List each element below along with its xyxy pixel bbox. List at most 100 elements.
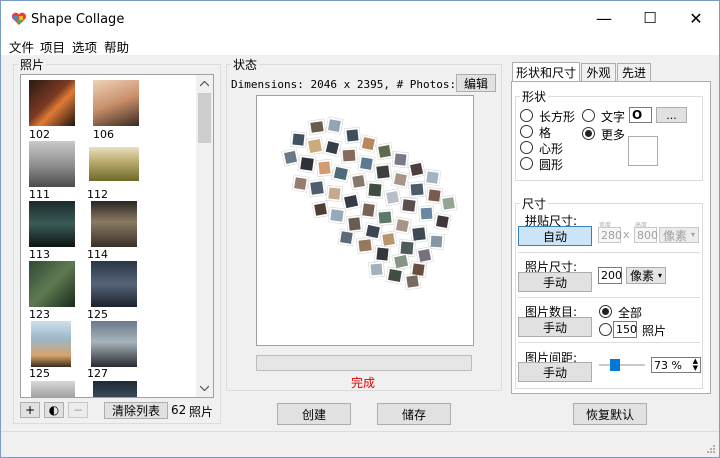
scroll-up-icon[interactable] — [200, 81, 209, 87]
shape-more-label: 更多 — [601, 128, 626, 142]
photo-thumbnail[interactable] — [31, 381, 75, 397]
photo-label: 125 — [87, 308, 108, 321]
photo-count-custom-radio[interactable] — [599, 323, 612, 336]
divider — [518, 342, 700, 343]
photo-count-unit-label: 照片 — [642, 324, 667, 338]
divider — [518, 252, 700, 253]
photo-count: 62 — [171, 403, 187, 417]
times-sign: x — [623, 228, 630, 241]
photo-label: 113 — [29, 248, 50, 261]
photo-thumbnail[interactable] — [29, 201, 75, 247]
shape-heart-label: 心形 — [539, 142, 564, 156]
shape-text-radio[interactable] — [582, 109, 595, 122]
slider-thumb[interactable] — [610, 359, 620, 371]
photo-label: 111 — [29, 188, 50, 201]
minimize-button[interactable]: — — [581, 1, 627, 35]
shape-circle-radio[interactable] — [520, 157, 533, 170]
photo-count-all-label: 全部 — [618, 306, 643, 320]
size-group-label: 尺寸 — [520, 195, 549, 212]
menu-bar: 文件 项目 选项 帮助 — [1, 35, 719, 55]
menu-options[interactable]: 选项 — [72, 37, 97, 56]
menu-project[interactable]: 项目 — [40, 37, 65, 56]
shape-circle-label: 圆形 — [539, 158, 564, 172]
custom-shape-preview[interactable] — [628, 136, 658, 166]
photo-thumbnail[interactable] — [29, 261, 75, 307]
resize-grip-icon[interactable] — [705, 443, 715, 453]
photo-count-input[interactable]: 150 — [613, 321, 637, 338]
collage-preview — [256, 95, 474, 346]
photo-thumbnail[interactable] — [91, 321, 137, 367]
photo-list[interactable]: 102 106 111 112 113 114 123 125 125 127 — [20, 74, 214, 398]
tab-advanced[interactable]: 先进 — [617, 63, 651, 81]
photo-label: 102 — [29, 128, 50, 141]
collage-unit-select[interactable]: 像素 ▾ — [659, 227, 699, 243]
save-button[interactable]: 储存 — [377, 403, 451, 425]
photo-label: 127 — [87, 367, 108, 380]
close-button[interactable]: ✕ — [673, 1, 719, 35]
menu-help[interactable]: 帮助 — [104, 37, 129, 56]
app-window: Shape Collage — ☐ ✕ 文件 项目 选项 帮助 照片 102 1… — [0, 0, 720, 458]
photo-thumbnail[interactable] — [91, 201, 137, 247]
divider — [518, 297, 700, 298]
spacing-slider[interactable] — [599, 358, 645, 372]
photo-size-mode-button[interactable]: 手动 — [518, 272, 592, 292]
spacing-mode-button[interactable]: 手动 — [518, 362, 592, 382]
photo-count-all-radio[interactable] — [599, 305, 612, 318]
photo-list-scrollbar[interactable] — [196, 75, 213, 397]
photo-label: 125 — [29, 367, 50, 380]
remove-photo-button[interactable]: − — [68, 402, 88, 418]
photo-thumbnail[interactable] — [29, 141, 75, 187]
scroll-down-icon[interactable] — [200, 385, 209, 391]
reset-defaults-button[interactable]: 恢复默认 — [573, 403, 647, 425]
spacing-value: 73 % — [654, 358, 682, 372]
photo-label: 106 — [93, 128, 114, 141]
collage-size-mode-button[interactable]: 自动 — [518, 226, 592, 246]
tab-appearance[interactable]: 外观 — [581, 63, 616, 81]
progress-bar — [256, 355, 472, 371]
shape-rectangle-label: 长方形 — [539, 110, 576, 124]
done-status: 完成 — [351, 376, 376, 390]
menu-file[interactable]: 文件 — [9, 37, 34, 56]
photo-thumbnail[interactable] — [89, 147, 139, 181]
shape-rectangle-radio[interactable] — [520, 109, 533, 122]
photo-thumbnail[interactable] — [31, 321, 71, 367]
shape-more-radio[interactable] — [582, 127, 595, 140]
status-bar-divider — [1, 431, 719, 432]
photo-unit-value: 像素 — [630, 269, 655, 283]
scroll-thumb[interactable] — [198, 93, 211, 143]
photo-count-mode-button[interactable]: 手动 — [518, 317, 592, 337]
photo-count-suffix: 照片 — [189, 405, 214, 419]
shape-grid-radio[interactable] — [520, 125, 533, 138]
collage-height-input[interactable]: 800 — [634, 227, 658, 243]
photo-thumbnail[interactable] — [29, 80, 75, 126]
spin-arrows-icon[interactable]: ▲ ▼ — [693, 358, 698, 372]
status-group-label: 状态 — [231, 56, 260, 73]
photo-size-input[interactable]: 200 — [598, 267, 622, 284]
collage-unit-value: 像素 — [663, 228, 688, 243]
photos-group-label: 照片 — [18, 56, 47, 73]
photo-thumbnail[interactable] — [93, 80, 139, 126]
chevron-down-icon: ▾ — [690, 230, 695, 239]
add-web-photo-button[interactable]: ◐ — [44, 402, 64, 418]
globe-icon: ◐ — [48, 403, 60, 417]
clear-list-button[interactable]: 清除列表 — [104, 402, 168, 419]
photo-label: 114 — [87, 248, 108, 261]
title-bar: Shape Collage — ☐ ✕ — [1, 1, 719, 35]
collage-width-input[interactable]: 280 — [598, 227, 622, 243]
app-logo-icon — [11, 12, 27, 25]
spacing-input[interactable]: 73 % ▲ ▼ — [651, 357, 701, 373]
shape-text-label: 文字 — [601, 110, 626, 124]
tab-shape-size[interactable]: 形状和尺寸 — [512, 62, 580, 82]
photo-unit-select[interactable]: 像素 ▾ — [626, 267, 666, 284]
maximize-button[interactable]: ☐ — [627, 1, 673, 35]
shape-heart-radio[interactable] — [520, 141, 533, 154]
add-photo-button[interactable]: + — [20, 402, 40, 418]
dimensions-text: Dimensions: 2046 x 2395, # Photos: 62 — [231, 78, 477, 91]
photo-thumbnail[interactable] — [93, 381, 137, 397]
photo-thumbnail[interactable] — [91, 261, 137, 307]
edit-button[interactable]: 编辑 — [456, 74, 496, 92]
create-button[interactable]: 创建 — [277, 403, 351, 425]
chevron-down-icon: ▾ — [657, 271, 662, 280]
font-picker-button[interactable]: ... — [656, 107, 687, 123]
shape-text-input[interactable]: O — [629, 107, 652, 123]
